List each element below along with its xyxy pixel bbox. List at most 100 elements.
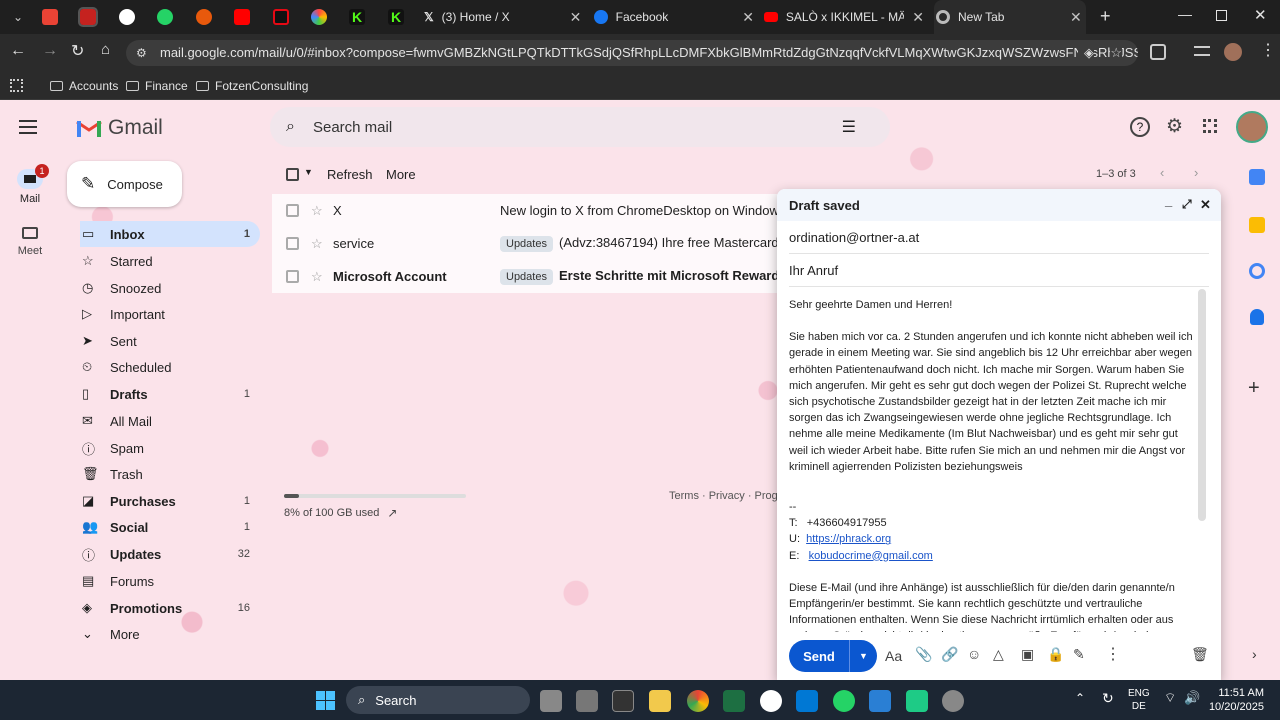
message-body[interactable]: Sehr geehrte Damen und Herren! Sie haben…: [789, 297, 1197, 661]
calendar-icon[interactable]: [1249, 169, 1265, 185]
profile-avatar-icon[interactable]: [1224, 43, 1242, 61]
nav-spam[interactable]: ⓘ Spam: [80, 435, 260, 461]
bookmark-folder-accounts[interactable]: Accounts: [50, 76, 118, 96]
row-checkbox[interactable]: [286, 237, 299, 250]
search-bar[interactable]: ⌕ Search mail ☰: [270, 107, 890, 147]
body-scrollbar[interactable]: [1198, 289, 1206, 521]
link-icon[interactable]: 🔗: [941, 646, 958, 663]
help-icon[interactable]: ?: [1130, 117, 1150, 137]
netflix-tab-icon[interactable]: [273, 9, 289, 25]
back-arrow-icon[interactable]: ←: [10, 42, 26, 60]
tab-facebook[interactable]: Facebook ✕: [594, 0, 754, 34]
fullscreen-icon[interactable]: ⤢: [1182, 197, 1192, 212]
nav-forums[interactable]: ▤ Forums: [80, 568, 260, 594]
sync-icon[interactable]: ↻: [1102, 690, 1114, 707]
row-checkbox[interactable]: [286, 270, 299, 283]
settings-icon[interactable]: [942, 690, 964, 712]
email-row[interactable]: ☆ X New login to X from ChromeDesktop on…: [272, 194, 785, 227]
tab-new-tab[interactable]: New Tab ✕: [934, 0, 1086, 34]
app-icon[interactable]: [869, 690, 891, 712]
tasks-icon[interactable]: [1249, 263, 1265, 279]
minimize-window-icon[interactable]: —: [1178, 6, 1192, 22]
footer-links[interactable]: Terms · Privacy · Progra: [669, 490, 788, 502]
email-row[interactable]: ☆ Microsoft Account Updates Erste Schritt…: [272, 260, 787, 293]
gmail-tab-icon[interactable]: [42, 9, 58, 25]
open-external-icon[interactable]: ↗: [387, 506, 397, 520]
clock[interactable]: 11:51 AM 10/20/2025: [1208, 686, 1264, 714]
contacts-icon[interactable]: [1250, 309, 1264, 325]
confidential-lock-icon[interactable]: 🔒: [1047, 646, 1064, 663]
bookmark-star-icon[interactable]: ☆: [1110, 40, 1122, 66]
excel-icon[interactable]: [723, 690, 745, 712]
select-all-checkbox[interactable]: [286, 168, 299, 181]
url-link[interactable]: https://phrack.org: [806, 533, 891, 545]
nav-drafts[interactable]: ▯ Drafts 1: [80, 381, 260, 407]
more-options-icon[interactable]: ⋮: [1105, 644, 1121, 664]
whatsapp-icon[interactable]: [833, 690, 855, 712]
show-hidden-icons[interactable]: ⌃: [1075, 691, 1085, 705]
extensions-icon[interactable]: [1150, 44, 1166, 60]
photo-icon[interactable]: ▣: [1021, 646, 1034, 663]
kick-tab-icon[interactable]: K: [349, 9, 365, 25]
nav-snoozed[interactable]: ◷ Snoozed: [80, 275, 260, 301]
reload-icon[interactable]: ↻: [71, 41, 84, 61]
search-input[interactable]: Search mail: [313, 119, 392, 136]
nav-more[interactable]: ⌄ More: [80, 621, 260, 647]
close-tab-icon[interactable]: ✕: [1070, 9, 1082, 26]
close-icon[interactable]: ✕: [1200, 197, 1211, 213]
apps-grid-icon[interactable]: [10, 79, 23, 92]
tab-favicon[interactable]: [119, 9, 135, 25]
media-icon[interactable]: [1194, 46, 1210, 56]
attach-icon[interactable]: 📎: [915, 646, 932, 663]
discard-trash-icon[interactable]: 🗑: [1191, 646, 1209, 663]
emoji-icon[interactable]: ☺: [967, 646, 981, 662]
send-button[interactable]: Send ▼: [789, 640, 877, 672]
account-avatar[interactable]: [1236, 111, 1268, 143]
close-window-icon[interactable]: ✕: [1254, 6, 1267, 24]
nav-starred[interactable]: ☆ Starred: [80, 248, 260, 274]
network-icon[interactable]: ⌔: [1164, 690, 1176, 706]
add-addon-icon[interactable]: +: [1248, 377, 1260, 400]
youtube-tab-icon[interactable]: [234, 9, 250, 25]
next-page-icon[interactable]: ›: [1194, 165, 1198, 180]
rail-mail[interactable]: 1 Mail: [10, 164, 50, 205]
tab-youtube[interactable]: SALÒ x IKKIMEL - MÄNN ✕: [764, 0, 924, 34]
teams-icon[interactable]: [906, 690, 928, 712]
formatting-icon[interactable]: Aa: [885, 648, 902, 664]
nav-all-mail[interactable]: ✉ All Mail: [80, 408, 260, 434]
forward-arrow-icon[interactable]: →: [42, 42, 58, 60]
nav-social[interactable]: 👥 Social 1: [80, 514, 260, 540]
gmail-tab-icon-active[interactable]: [78, 7, 98, 27]
more-button[interactable]: More: [386, 167, 416, 182]
row-checkbox[interactable]: [286, 204, 299, 217]
nav-trash[interactable]: 🗑 Trash: [80, 461, 260, 487]
home-icon[interactable]: ⌂: [101, 41, 110, 58]
share-icon[interactable]: ◈: [1078, 40, 1094, 66]
compose-button[interactable]: ✎ Compose: [67, 161, 182, 207]
nav-important[interactable]: ▷ Important: [80, 301, 260, 327]
star-icon[interactable]: ☆: [311, 236, 323, 252]
signature-pen-icon[interactable]: ✎: [1073, 646, 1085, 663]
maximize-window-icon[interactable]: [1216, 10, 1227, 21]
tab-favicon[interactable]: [311, 9, 327, 25]
address-bar[interactable]: ⚙ mail.google.com/mail/u/0/#inbox?compos…: [126, 40, 1138, 66]
refresh-button[interactable]: Refresh: [327, 167, 373, 182]
google-apps-icon[interactable]: [1203, 119, 1217, 133]
subject-field[interactable]: Ihr Anruf: [789, 254, 1209, 287]
to-field[interactable]: ordination@ortner-a.at: [789, 221, 1209, 254]
compose-header[interactable]: Draft saved _ ⤢ ✕: [777, 189, 1221, 221]
star-icon[interactable]: ☆: [311, 203, 323, 219]
close-tab-icon[interactable]: ✕: [742, 9, 754, 26]
discord-icon[interactable]: [760, 690, 782, 712]
prev-page-icon[interactable]: ‹: [1160, 165, 1164, 180]
new-tab-button[interactable]: +: [1100, 6, 1111, 27]
nav-scheduled[interactable]: ⏲ Scheduled: [80, 354, 260, 380]
nav-promotions[interactable]: ◈ Promotions 16: [80, 595, 260, 621]
store-icon[interactable]: [796, 690, 818, 712]
site-info-icon[interactable]: ⚙: [136, 40, 147, 66]
tab-search-icon[interactable]: ⌄: [8, 8, 28, 26]
chrome-icon[interactable]: [687, 690, 709, 712]
nav-sent[interactable]: ➤ Sent: [80, 328, 260, 354]
nav-updates[interactable]: ⓘ Updates 32: [80, 541, 260, 567]
task-view-icon[interactable]: [540, 690, 562, 712]
